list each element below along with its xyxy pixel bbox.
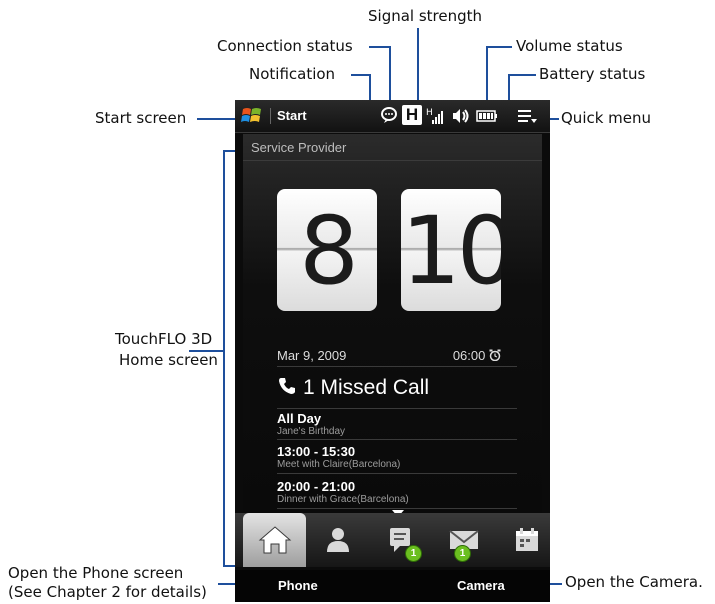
bracket-home-v <box>223 150 225 566</box>
callout-home-screen-2: Home screen <box>119 351 218 369</box>
connection-status-icon[interactable]: H <box>402 105 422 125</box>
date-divider <box>277 366 517 367</box>
leader-connection-h <box>369 46 390 48</box>
leader-volume-h <box>487 46 512 48</box>
softkey-bar: Phone Camera <box>235 570 550 602</box>
callout-phone-screen-2: (See Chapter 2 for details) <box>8 583 207 601</box>
event-divider <box>277 508 517 509</box>
calendar-event[interactable]: 20:00 - 21:00 Dinner with Grace(Barcelon… <box>277 480 517 506</box>
event-divider <box>277 439 517 440</box>
phone-softkey[interactable]: Phone <box>278 578 318 593</box>
quick-menu-icon[interactable] <box>517 106 539 132</box>
home-tab-bar: 1 1 <box>235 513 550 567</box>
event-subtitle: Dinner with Grace(Barcelona) <box>277 494 409 505</box>
callout-start-screen: Start screen <box>95 109 187 127</box>
event-subtitle: Jane's Birthday <box>277 426 346 437</box>
leader-battery-h <box>509 74 536 76</box>
callout-notification: Notification <box>249 65 336 83</box>
leader-start-h <box>197 118 237 120</box>
bracket-home-connector <box>189 350 223 352</box>
camera-softkey[interactable]: Camera <box>457 578 505 593</box>
event-title: 20:00 - 21:00 <box>277 479 356 494</box>
callout-phone-screen-1: Open the Phone screen <box>8 564 184 582</box>
phone-missed-icon <box>279 378 295 394</box>
tab-messages[interactable]: 1 <box>369 513 432 567</box>
phone-screen: Start H H Service Provider 8 10 Mar 9, 2… <box>235 100 550 602</box>
leader-notification-h <box>351 74 370 76</box>
windows-start-icon[interactable] <box>241 106 263 126</box>
event-divider <box>277 473 517 474</box>
calendar-event[interactable]: 13:00 - 15:30 Meet with Claire(Barcelona… <box>277 445 517 471</box>
leader-signal-v <box>417 28 419 106</box>
home-panel: Service Provider 8 10 Mar 9, 2009 06:00 … <box>243 134 542 517</box>
tab-home[interactable] <box>243 513 306 567</box>
calendar-icon <box>515 528 538 551</box>
volume-status-icon[interactable] <box>451 106 471 132</box>
callout-connection-status: Connection status <box>217 37 353 55</box>
home-content: Mar 9, 2009 06:00 1 Missed Call All Day … <box>277 134 517 517</box>
event-title: All Day <box>277 411 322 426</box>
signal-strength-icon[interactable]: H <box>426 106 446 132</box>
svg-text:H: H <box>426 108 433 118</box>
event-subtitle: Meet with Claire(Barcelona) <box>277 459 401 470</box>
tab-calendar[interactable] <box>495 513 550 567</box>
callout-open-camera: Open the Camera. <box>565 573 703 591</box>
alarm-time-label: 06:00 <box>452 348 486 363</box>
callout-quick-menu: Quick menu <box>561 109 652 127</box>
missed-call-label: 1 Missed Call <box>303 376 430 399</box>
status-separator <box>270 108 271 124</box>
leader-connection-v <box>389 46 391 106</box>
callout-home-screen-1: TouchFLO 3D <box>115 330 213 348</box>
calendar-event[interactable]: All Day Jane's Birthday <box>277 412 517 438</box>
alarm-clock-icon <box>489 349 501 362</box>
battery-status-icon[interactable] <box>476 106 498 132</box>
bracket-home-bottom <box>223 565 235 567</box>
missed-call-divider <box>277 408 517 409</box>
callout-volume-status: Volume status <box>516 37 623 55</box>
home-icon <box>258 526 291 554</box>
people-icon <box>326 528 349 552</box>
tab-email[interactable]: 1 <box>432 513 495 567</box>
start-label[interactable]: Start <box>277 108 307 123</box>
bracket-home-top <box>223 150 235 152</box>
email-badge: 1 <box>454 545 471 562</box>
missed-call-row[interactable]: 1 Missed Call <box>277 376 429 400</box>
callout-signal-strength: Signal strength <box>368 7 483 25</box>
event-title: 13:00 - 15:30 <box>277 444 356 459</box>
date-label: Mar 9, 2009 <box>277 348 347 363</box>
alarm-time[interactable]: 06:00 <box>453 348 501 363</box>
tab-people[interactable] <box>306 513 369 567</box>
status-bar: Start H H <box>235 100 550 133</box>
messages-badge: 1 <box>405 545 422 562</box>
notification-icon[interactable] <box>380 106 398 130</box>
leader-volume-v <box>486 46 488 106</box>
callout-battery-status: Battery status <box>539 65 646 83</box>
